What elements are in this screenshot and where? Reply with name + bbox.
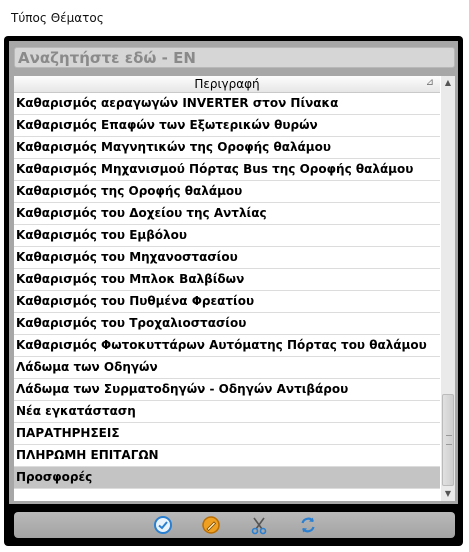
table-row[interactable]: Καθαρισμός αεραγωγών INVERTER στον Πίνακ… (14, 93, 440, 115)
vertical-scrollbar[interactable]: ▲ ▼ (441, 76, 455, 501)
edit-icon (202, 516, 220, 534)
scrollbar-grip-icon (446, 435, 452, 445)
table-row[interactable]: Καθαρισμός του Πυθμένα Φρεατίου (14, 291, 440, 313)
table-row[interactable]: Καθαρισμός Φωτοκυττάρων Αυτόματης Πόρτας… (14, 335, 440, 357)
title-bar: Τύπος Θέματος (0, 0, 469, 36)
scroll-up-icon[interactable]: ▲ (441, 76, 455, 90)
table-row[interactable]: Προσφορές (14, 467, 440, 489)
table-row[interactable]: Καθαρισμός του Δοχείου της Αντλίας (14, 203, 440, 225)
table-row[interactable]: Καθαρισμός Μηχανισμού Πόρτας Bus της Ορο… (14, 159, 440, 181)
data-grid: Περιγραφή ⊿ Καθαρισμός αεραγωγών INVERTE… (14, 76, 455, 501)
column-header-description[interactable]: Περιγραφή (14, 77, 440, 91)
table-row[interactable]: ΠΑΡΑΤΗΡΗΣΕΙΣ (14, 423, 440, 445)
search-input[interactable]: Αναζητήστε εδώ - EN (14, 47, 455, 68)
refresh-icon (301, 517, 315, 533)
confirm-icon (154, 516, 172, 534)
cut-icon (251, 517, 267, 535)
table-row[interactable]: Καθαρισμός του Μπλοκ Βαλβίδων (14, 269, 440, 291)
table-row[interactable]: Καθαρισμός του Τροχαλιοστασίου (14, 313, 440, 335)
scrollbar-thumb[interactable] (442, 394, 454, 486)
cut-button[interactable] (248, 514, 270, 536)
table-row[interactable]: Καθαρισμός της Οροφής θαλάμου (14, 181, 440, 203)
table-row[interactable]: Καθαρισμός Επαφών των Εξωτερικών θυρών (14, 115, 440, 137)
grid-rows: Καθαρισμός αεραγωγών INVERTER στον Πίνακ… (14, 93, 440, 489)
confirm-button[interactable] (152, 514, 174, 536)
table-row[interactable]: ΠΛΗΡΩΜΗ ΕΠΙΤΑΓΩΝ (14, 445, 440, 467)
search-input-value: Αναζητήστε εδώ - EN (18, 49, 196, 67)
sort-indicator-icon: ⊿ (425, 77, 434, 88)
table-row[interactable]: Λάδωμα των Συρματοδηγών - Οδηγών Αντιβάρ… (14, 379, 440, 401)
grid-header[interactable]: Περιγραφή ⊿ (14, 76, 440, 93)
table-row[interactable]: Λάδωμα των Οδηγών (14, 357, 440, 379)
table-row[interactable]: Καθαρισμός του Μηχανοστασίου (14, 247, 440, 269)
bottom-toolbar (14, 512, 455, 538)
scroll-down-icon[interactable]: ▼ (441, 487, 455, 501)
refresh-button[interactable] (297, 514, 319, 536)
window-title: Τύπος Θέματος (11, 11, 104, 25)
table-row[interactable]: Καθαρισμός του Εμβόλου (14, 225, 440, 247)
table-row[interactable]: Νέα εγκατάσταση (14, 401, 440, 423)
edit-button[interactable] (200, 514, 222, 536)
table-row[interactable]: Καθαρισμός Μαγνητικών της Οροφής θαλάμου (14, 137, 440, 159)
